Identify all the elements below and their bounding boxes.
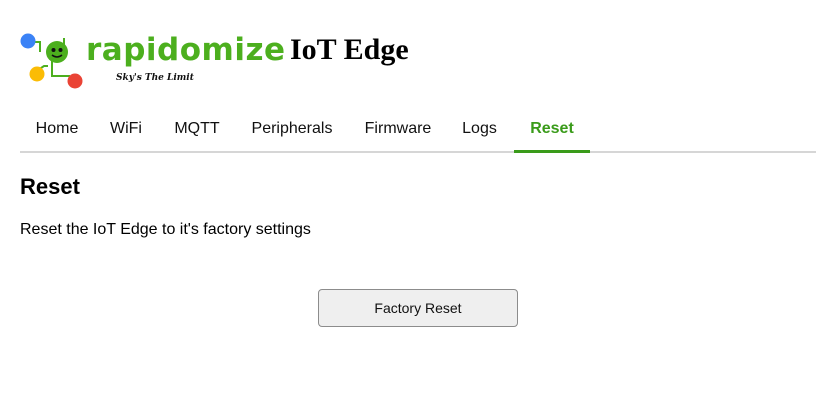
brand-tagline: Sky's The Limit [116, 73, 194, 83]
tab-peripherals[interactable]: Peripherals [241, 108, 343, 151]
brand-name: rapidomize [86, 32, 286, 68]
app-title: IoT Edge [290, 33, 409, 66]
tab-home[interactable]: Home [20, 108, 94, 151]
tab-wifi[interactable]: WiFi [97, 108, 155, 151]
tab-reset[interactable]: Reset [514, 108, 590, 153]
reset-description: Reset the IoT Edge to it's factory setti… [20, 221, 311, 238]
tab-logs[interactable]: Logs [451, 108, 508, 151]
tab-mqtt[interactable]: MQTT [160, 108, 234, 151]
logo-mascot-icon [20, 33, 83, 89]
factory-reset-button[interactable]: Factory Reset [318, 289, 518, 327]
page-title: Reset [20, 174, 80, 199]
main-nav: Home WiFi MQTT Peripherals Firmware Logs… [20, 108, 816, 153]
rapidomize-logo[interactable]: rapidomize Sky's The Limit [18, 30, 285, 92]
tab-firmware[interactable]: Firmware [353, 108, 443, 151]
header: rapidomize Sky's The Limit IoT Edge [0, 0, 833, 100]
